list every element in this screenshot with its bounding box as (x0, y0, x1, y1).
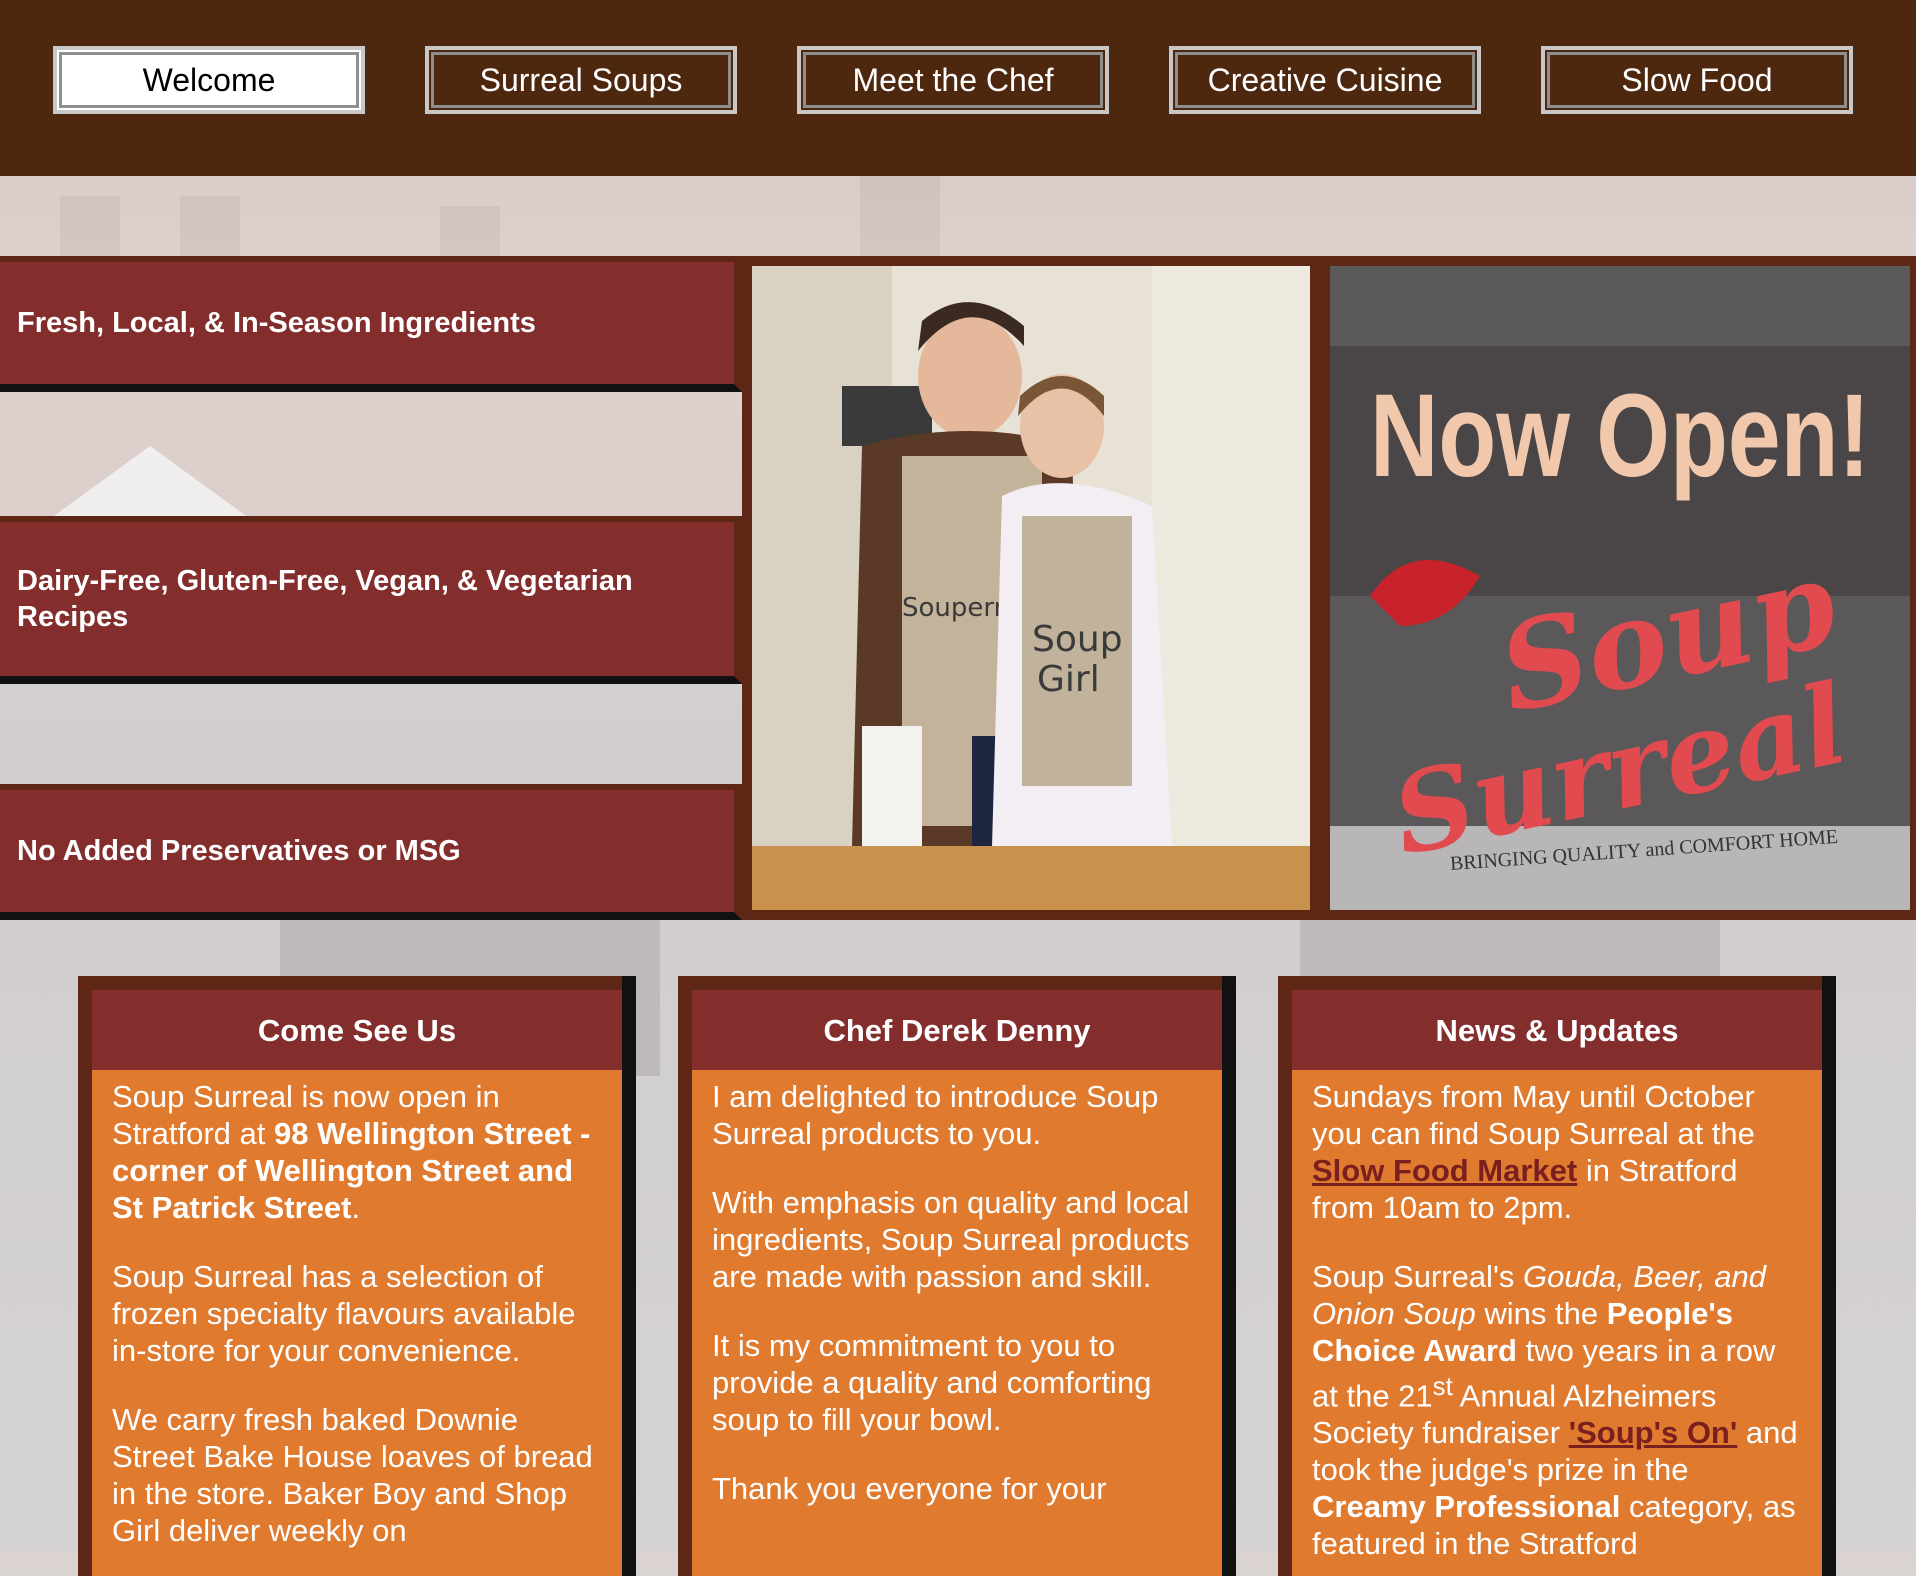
feature-dietary: Dairy-Free, Gluten-Free, Vegan, & Vegeta… (0, 516, 742, 684)
feature-no-preservatives: No Added Preservatives or MSG (0, 784, 742, 920)
card-title: Come See Us (92, 990, 622, 1070)
card-paragraph: Soup Surreal has a selection of frozen s… (112, 1259, 576, 1368)
chef-photo-image: Souperman Soup Girl (752, 266, 1310, 910)
slow-food-market-link[interactable]: Slow Food Market (1312, 1153, 1577, 1188)
nav-surreal-soups-button[interactable]: Surreal Soups (425, 46, 737, 114)
feature-label: Fresh, Local, & In-Season Ingredients (17, 306, 536, 339)
now-open-sign-photo: Now Open! Soup Surreal BRINGING QUALITY … (1330, 266, 1910, 910)
chef-photo-frame: Souperman Soup Girl (742, 256, 1320, 920)
sign-now-open-text: Now Open! (1370, 370, 1870, 502)
feature-label: No Added Preservatives or MSG (17, 834, 461, 867)
chef-photo: Souperman Soup Girl (752, 266, 1310, 910)
card-paragraph: I am delighted to introduce Soup Surreal… (712, 1079, 1159, 1151)
card-news: News & Updates Sundays from May until Oc… (1278, 976, 1836, 1576)
card-paragraph: Thank you everyone for your (712, 1471, 1107, 1506)
nav-welcome-button[interactable]: Welcome (53, 46, 365, 114)
feature-label: Dairy-Free, Gluten-Free, Vegan, & Vegeta… (17, 565, 633, 633)
card-come-see-us: Come See Us Soup Surreal is now open in … (78, 976, 636, 1576)
nav-meet-the-chef-button[interactable]: Meet the Chef (797, 46, 1109, 114)
soups-on-link[interactable]: 'Soup's On' (1569, 1415, 1738, 1450)
card-title: News & Updates (1292, 990, 1822, 1070)
card-paragraph: It is my commitment to you to provide a … (712, 1328, 1152, 1437)
card-shadow (1822, 976, 1836, 1576)
feature-fresh-local: Fresh, Local, & In-Season Ingredients (0, 256, 742, 392)
card-shadow (1222, 976, 1236, 1576)
apron-soup-text: Soup (1032, 619, 1123, 660)
card-paragraph: Soup Surreal is now open in Stratford at… (112, 1079, 591, 1225)
card-title: Chef Derek Denny (692, 990, 1222, 1070)
card-paragraph: Sundays from May until October you can f… (1312, 1079, 1755, 1225)
card-paragraph: With emphasis on quality and local ingre… (712, 1185, 1190, 1294)
top-navigation-bar: Welcome Surreal Soups Meet the Chef Crea… (0, 0, 1916, 176)
card-paragraph: Soup Surreal's Gouda, Beer, and Onion So… (1312, 1259, 1798, 1562)
sign-photo-frame: Now Open! Soup Surreal BRINGING QUALITY … (1320, 256, 1916, 920)
card-chef: Chef Derek Denny I am delighted to intro… (678, 976, 1236, 1576)
now-open-sign-image: Now Open! Soup Surreal BRINGING QUALITY … (1330, 266, 1910, 910)
nav-creative-cuisine-button[interactable]: Creative Cuisine (1169, 46, 1481, 114)
apron-girl-text: Girl (1037, 659, 1100, 700)
nav-slow-food-button[interactable]: Slow Food (1541, 46, 1853, 114)
card-shadow (622, 976, 636, 1576)
card-paragraph: We carry fresh baked Downie Street Bake … (112, 1402, 593, 1548)
